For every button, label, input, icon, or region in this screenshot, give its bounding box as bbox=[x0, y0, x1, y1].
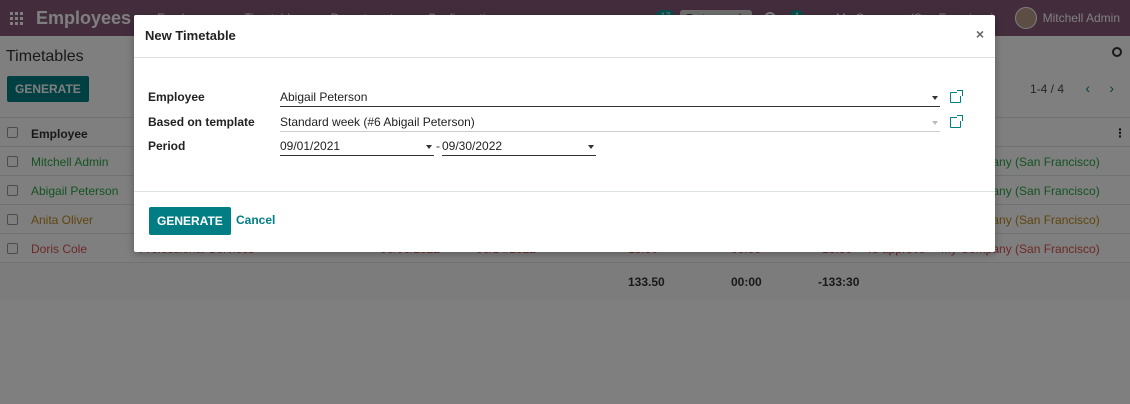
chevron-down-icon[interactable] bbox=[932, 121, 938, 125]
modal-footer: GENERATE Cancel bbox=[134, 192, 995, 250]
template-field[interactable]: Standard week (#6 Abigail Peterson) bbox=[280, 113, 940, 132]
generate-button[interactable]: GENERATE bbox=[149, 207, 231, 235]
close-icon[interactable]: × bbox=[976, 26, 984, 42]
chevron-down-icon[interactable] bbox=[426, 145, 432, 149]
modal-header: New Timetable × bbox=[134, 15, 995, 58]
external-link-icon[interactable] bbox=[950, 115, 963, 128]
template-value: Standard week (#6 Abigail Peterson) bbox=[280, 115, 475, 129]
cancel-button[interactable]: Cancel bbox=[236, 213, 275, 227]
employee-field[interactable]: Abigail Peterson bbox=[280, 88, 940, 107]
period-separator: - bbox=[436, 139, 440, 153]
period-from-value: 09/01/2021 bbox=[280, 139, 341, 153]
period-from-field[interactable]: 09/01/2021 bbox=[280, 137, 434, 156]
template-label: Based on template bbox=[148, 115, 255, 129]
modal-title: New Timetable bbox=[145, 28, 236, 43]
chevron-down-icon[interactable] bbox=[932, 96, 938, 100]
employee-value: Abigail Peterson bbox=[280, 90, 368, 104]
chevron-down-icon[interactable] bbox=[588, 145, 594, 149]
period-to-field[interactable]: 09/30/2022 bbox=[442, 137, 596, 156]
employee-label: Employee bbox=[148, 90, 205, 104]
external-link-icon[interactable] bbox=[950, 90, 963, 103]
new-timetable-dialog: New Timetable × Employee Abigail Peterso… bbox=[134, 15, 995, 252]
period-label: Period bbox=[148, 139, 186, 153]
modal-body: Employee Abigail Peterson Based on templ… bbox=[134, 58, 995, 192]
period-to-value: 09/30/2022 bbox=[442, 139, 503, 153]
